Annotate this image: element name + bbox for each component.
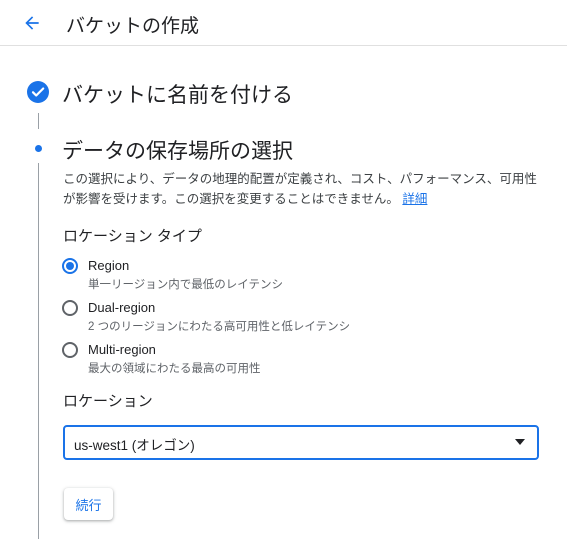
location-label: ロケーション xyxy=(63,393,153,410)
back-button[interactable] xyxy=(18,9,46,37)
create-bucket-page: バケットの作成 バケットに名前を付ける データの保存場所の選択 この選択により、… xyxy=(0,0,567,539)
arrow-back-icon xyxy=(25,16,39,30)
radio-option-dual-region[interactable]: Dual-region 2 つのリージョンにわたる高可用性と低レイテンシ xyxy=(62,298,502,334)
dropdown-arrow-icon xyxy=(515,439,525,445)
radio-button[interactable] xyxy=(62,342,78,358)
check-circle-icon xyxy=(27,81,49,103)
radio-button-checked[interactable] xyxy=(62,258,78,274)
stepper-connector xyxy=(38,113,39,129)
step-description: この選択により、データの地理的配置が定義され、コスト、パフォーマンス、可用性が影… xyxy=(63,169,543,209)
continue-button[interactable]: 続行 xyxy=(64,488,113,520)
radio-label-multi-region: Multi-region xyxy=(88,342,156,357)
stepper-connector xyxy=(38,163,39,539)
details-link[interactable]: 詳細 xyxy=(402,192,427,206)
radio-label-dual-region: Dual-region xyxy=(88,300,156,315)
active-step-dot-icon xyxy=(35,145,42,152)
location-select[interactable]: us-west1 (オレゴン) xyxy=(63,425,539,460)
page-header: バケットの作成 xyxy=(0,0,567,46)
radio-option-multi-region[interactable]: Multi-region 最大の領域にわたる最高の可用性 xyxy=(62,340,502,376)
radio-description-multi-region: 最大の領域にわたる最高の可用性 xyxy=(88,363,261,375)
radio-button[interactable] xyxy=(62,300,78,316)
step-title-data-location: データの保存場所の選択 xyxy=(62,140,293,163)
page-title: バケットの作成 xyxy=(66,16,200,37)
step-title-bucket-name[interactable]: バケットに名前を付ける xyxy=(62,79,293,109)
location-select-value: us-west1 (オレゴン) xyxy=(74,438,195,453)
radio-label-region: Region xyxy=(88,258,130,273)
step-description-text: この選択により、データの地理的配置が定義され、コスト、パフォーマンス、可用性が影… xyxy=(63,172,537,206)
radio-option-region[interactable]: Region 単一リージョン内で最低のレイテンシ xyxy=(62,256,502,292)
radio-description-region: 単一リージョン内で最低のレイテンシ xyxy=(88,279,284,291)
location-type-label: ロケーション タイプ xyxy=(63,228,202,245)
radio-description-dual-region: 2 つのリージョンにわたる高可用性と低レイテンシ xyxy=(88,321,351,333)
